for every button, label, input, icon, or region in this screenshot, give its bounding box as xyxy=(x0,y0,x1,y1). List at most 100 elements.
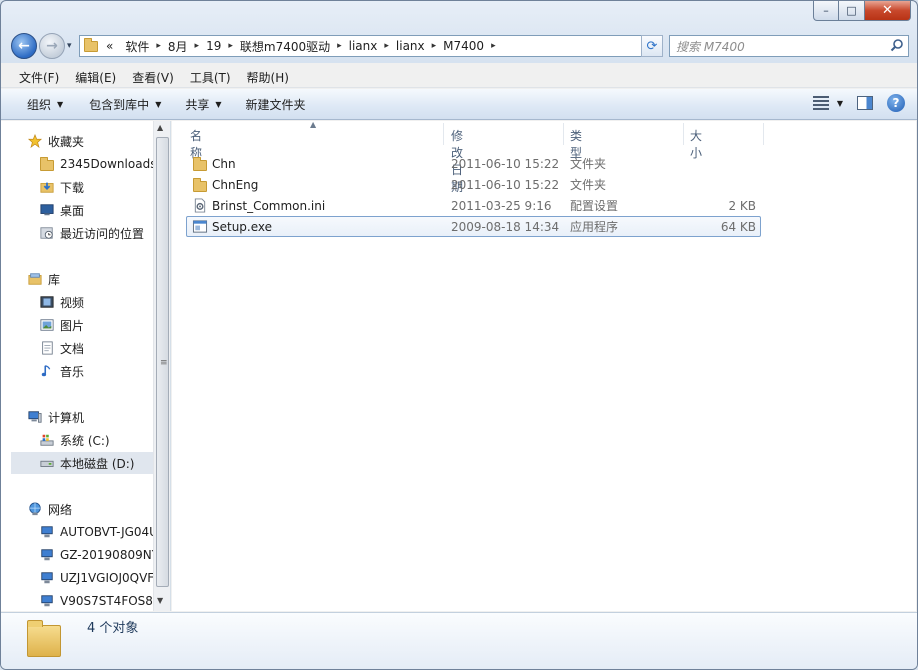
nav-label: 最近访问的位置 xyxy=(60,226,145,241)
breadcrumb-overflow[interactable]: « xyxy=(106,39,113,53)
preview-pane-icon[interactable] xyxy=(857,96,873,110)
nav-label: 网络 xyxy=(48,502,73,517)
new-folder-button[interactable]: 新建文件夹 xyxy=(238,96,318,113)
file-date: 2009-08-18 14:34 xyxy=(451,219,560,234)
nav-label: UZJ1VGIOJ0QVF xyxy=(60,571,155,585)
menu-bar: 文件(F) 编辑(E) 查看(V) 工具(T) 帮助(H) xyxy=(1,67,917,88)
nav-item-network-pc[interactable]: UZJ1VGIOJ0QVF xyxy=(39,567,170,589)
change-view-button[interactable]: ▼ xyxy=(812,96,843,110)
breadcrumb-separator[interactable]: ▸ xyxy=(195,41,200,51)
forward-button[interactable]: → xyxy=(39,33,65,59)
nav-label: 视频 xyxy=(60,295,85,310)
downloads-folder-icon xyxy=(40,182,54,193)
file-row[interactable]: Brinst_Common.ini 2011-03-25 9:16 配置设置 2… xyxy=(186,195,761,216)
scrollbar-thumb[interactable]: ≡ xyxy=(156,137,169,587)
item-count-status: 4 个对象 xyxy=(87,621,139,636)
chevron-down-icon: ▼ xyxy=(57,99,64,109)
file-date: 2011-03-25 9:16 xyxy=(451,198,552,213)
file-row-selected[interactable]: Setup.exe 2009-08-18 14:34 应用程序 64 KB xyxy=(186,216,761,237)
file-name: ChnEng xyxy=(212,177,259,192)
help-icon[interactable]: ? xyxy=(887,94,905,112)
search-box[interactable]: 搜索 M7400 xyxy=(669,35,909,57)
nav-label: 计算机 xyxy=(48,410,85,425)
nav-item-2345downloads[interactable]: 2345Downloads xyxy=(39,153,170,175)
file-type: 文件夹 xyxy=(570,178,607,192)
scroll-up-arrow[interactable]: ▲ xyxy=(157,123,163,132)
network-icon xyxy=(29,502,41,516)
address-bar[interactable]: « 软件 ▸ 8月 ▸ 19 ▸ 联想m7400驱动 ▸ lianx ▸ lia… xyxy=(79,35,662,57)
breadcrumb-item[interactable]: 8月 xyxy=(168,38,188,55)
nav-item-desktop[interactable]: 桌面 xyxy=(39,199,170,221)
chevron-down-icon: ▼ xyxy=(836,98,843,108)
nav-label: 收藏夹 xyxy=(48,134,85,149)
back-button[interactable]: ← xyxy=(11,33,37,59)
share-button[interactable]: 共享 ▼ xyxy=(177,96,233,113)
nav-item-videos[interactable]: 视频 xyxy=(39,291,170,313)
nav-item-drive-d[interactable]: 本地磁盘 (D:) xyxy=(11,452,163,474)
view-controls: ▼ ? xyxy=(812,94,905,112)
folder-icon xyxy=(192,156,208,171)
nav-libraries[interactable]: 库 xyxy=(27,268,170,290)
search-input[interactable]: 搜索 M7400 xyxy=(676,38,745,55)
menu-file[interactable]: 文件(F) xyxy=(11,69,67,86)
nav-item-network-pc[interactable]: AUTOBVT-JG04U xyxy=(39,521,170,543)
file-name: Setup.exe xyxy=(212,219,273,234)
breadcrumb-item[interactable]: lianx xyxy=(396,39,425,53)
breadcrumb-item[interactable]: 19 xyxy=(206,39,221,53)
nav-label: 文档 xyxy=(60,341,85,356)
breadcrumb-item[interactable]: 软件 xyxy=(125,38,149,55)
nav-item-pictures[interactable]: 图片 xyxy=(39,314,170,336)
search-icon[interactable] xyxy=(890,38,904,52)
nav-item-music[interactable]: 音乐 xyxy=(39,360,170,382)
nav-label: 图片 xyxy=(60,318,85,333)
breadcrumb-separator[interactable]: ▸ xyxy=(432,41,437,51)
picture-library-icon xyxy=(40,319,54,331)
nav-label: AUTOBVT-JG04U xyxy=(60,525,158,539)
navigation-scrollbar[interactable]: ▲ ≡ ▼ xyxy=(153,121,170,611)
nav-item-recent-places[interactable]: 最近访问的位置 xyxy=(39,222,170,244)
file-date: 2011-06-10 15:22 xyxy=(451,177,560,192)
nav-favorites[interactable]: 收藏夹 xyxy=(27,130,170,152)
file-list: 名称 ▲ 修改日期 类型 大小 Chn 2011-06-10 15:22 文件夹… xyxy=(172,120,916,611)
nav-item-downloads[interactable]: 下载 xyxy=(39,176,170,198)
nav-label: 库 xyxy=(48,272,61,287)
nav-item-drive-c[interactable]: 系统 (C:) xyxy=(39,429,170,451)
nav-label: V90S7ST4FOS8C xyxy=(60,594,162,608)
nav-item-documents[interactable]: 文档 xyxy=(39,337,170,359)
recent-pages-dropdown[interactable]: ▾ xyxy=(67,41,72,51)
close-button[interactable]: ✕ xyxy=(865,1,911,21)
menu-view[interactable]: 查看(V) xyxy=(124,69,182,86)
nav-item-network-pc[interactable]: GZ-20190809NY xyxy=(39,544,170,566)
maximize-button[interactable]: □ xyxy=(839,1,865,21)
organize-button[interactable]: 组织 ▼ xyxy=(19,96,75,113)
recent-places-icon xyxy=(40,227,53,239)
breadcrumb-item[interactable]: M7400 xyxy=(443,39,484,53)
minimize-button[interactable]: – xyxy=(813,1,839,21)
document-library-icon xyxy=(42,341,53,355)
file-size: 2 KB xyxy=(728,198,756,213)
breadcrumb-separator[interactable]: ▸ xyxy=(337,41,342,51)
breadcrumb-item[interactable]: lianx xyxy=(349,39,378,53)
menu-tools[interactable]: 工具(T) xyxy=(182,69,239,86)
folder-icon xyxy=(84,37,98,52)
nav-label: 音乐 xyxy=(60,364,85,379)
include-in-library-button[interactable]: 包含到库中 ▼ xyxy=(81,96,173,113)
network-computer-icon xyxy=(41,526,53,538)
breadcrumb-separator[interactable]: ▸ xyxy=(384,41,389,51)
breadcrumb-separator[interactable]: ▸ xyxy=(156,41,161,51)
breadcrumb-separator[interactable]: ▸ xyxy=(491,41,496,51)
menu-edit[interactable]: 编辑(E) xyxy=(67,69,124,86)
nav-label: GZ-20190809NY xyxy=(60,548,160,562)
refresh-button[interactable]: ⟳ xyxy=(641,35,663,57)
breadcrumb-separator[interactable]: ▸ xyxy=(228,41,233,51)
star-icon xyxy=(27,134,43,148)
network-computer-icon xyxy=(41,572,53,584)
nav-computer[interactable]: 计算机 xyxy=(27,406,170,428)
nav-item-network-pc[interactable]: V90S7ST4FOS8C xyxy=(39,590,170,611)
file-row[interactable]: Chn 2011-06-10 15:22 文件夹 xyxy=(186,153,761,174)
scroll-down-arrow[interactable]: ▼ xyxy=(157,596,163,605)
breadcrumb-item[interactable]: 联想m7400驱动 xyxy=(240,38,330,55)
file-row[interactable]: ChnEng 2011-06-10 15:22 文件夹 xyxy=(186,174,761,195)
nav-network[interactable]: 网络 xyxy=(27,498,170,520)
menu-help[interactable]: 帮助(H) xyxy=(239,69,297,86)
